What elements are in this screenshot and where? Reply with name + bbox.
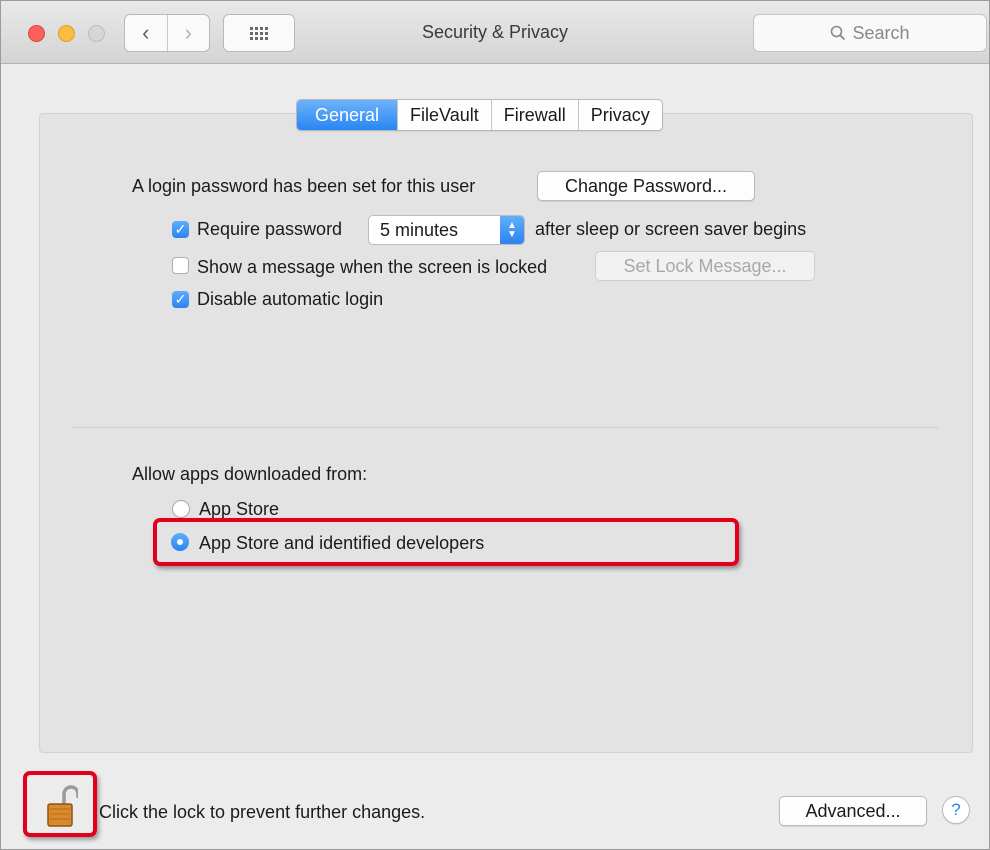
search-icon — [831, 25, 846, 41]
tab-filevault[interactable]: FileVault — [397, 100, 491, 130]
help-icon: ? — [951, 800, 961, 819]
search-field[interactable]: Search — [753, 14, 987, 52]
require-password-checkbox[interactable]: ✓ — [172, 221, 189, 238]
lock-status-text: Click the lock to prevent further change… — [99, 802, 426, 822]
tab-bar: General FileVault Firewall Privacy — [296, 99, 663, 131]
show-message-label: Show a message when the screen is locked — [197, 257, 548, 277]
radio-app-store-label: App Store — [199, 499, 280, 519]
security-privacy-window: ‹ › Security & Privacy Search General Fi… — [0, 0, 990, 850]
disable-auto-login-checkbox[interactable]: ✓ — [172, 291, 189, 308]
search-placeholder: Search — [852, 22, 910, 43]
set-lock-message-button[interactable]: Set Lock Message... — [595, 251, 815, 281]
password-delay-select[interactable]: 5 minutes ▲ ▼ — [368, 215, 525, 245]
updown-chevron-icon: ▲ ▼ — [500, 216, 524, 244]
tab-firewall[interactable]: Firewall — [490, 100, 578, 130]
after-sleep-text: after sleep or screen saver begins — [535, 219, 807, 239]
change-password-button[interactable]: Change Password... — [537, 171, 755, 201]
section-divider — [72, 427, 938, 428]
allow-apps-label: Allow apps downloaded from: — [132, 464, 368, 484]
advanced-button[interactable]: Advanced... — [779, 796, 927, 826]
highlight-box — [153, 518, 739, 566]
require-password-label: Require password — [197, 219, 343, 239]
tab-privacy[interactable]: Privacy — [577, 100, 662, 130]
tab-general[interactable]: General — [297, 100, 398, 130]
title-bar: ‹ › Security & Privacy Search — [1, 1, 989, 64]
login-password-text: A login password has been set for this u… — [132, 176, 476, 196]
settings-panel — [39, 113, 973, 753]
radio-app-store[interactable] — [172, 500, 190, 518]
lock-highlight-box — [23, 771, 97, 837]
disable-auto-login-label: Disable automatic login — [197, 289, 384, 309]
help-button[interactable]: ? — [942, 796, 970, 824]
show-message-checkbox[interactable] — [172, 257, 189, 274]
password-delay-value: 5 minutes — [380, 220, 459, 240]
